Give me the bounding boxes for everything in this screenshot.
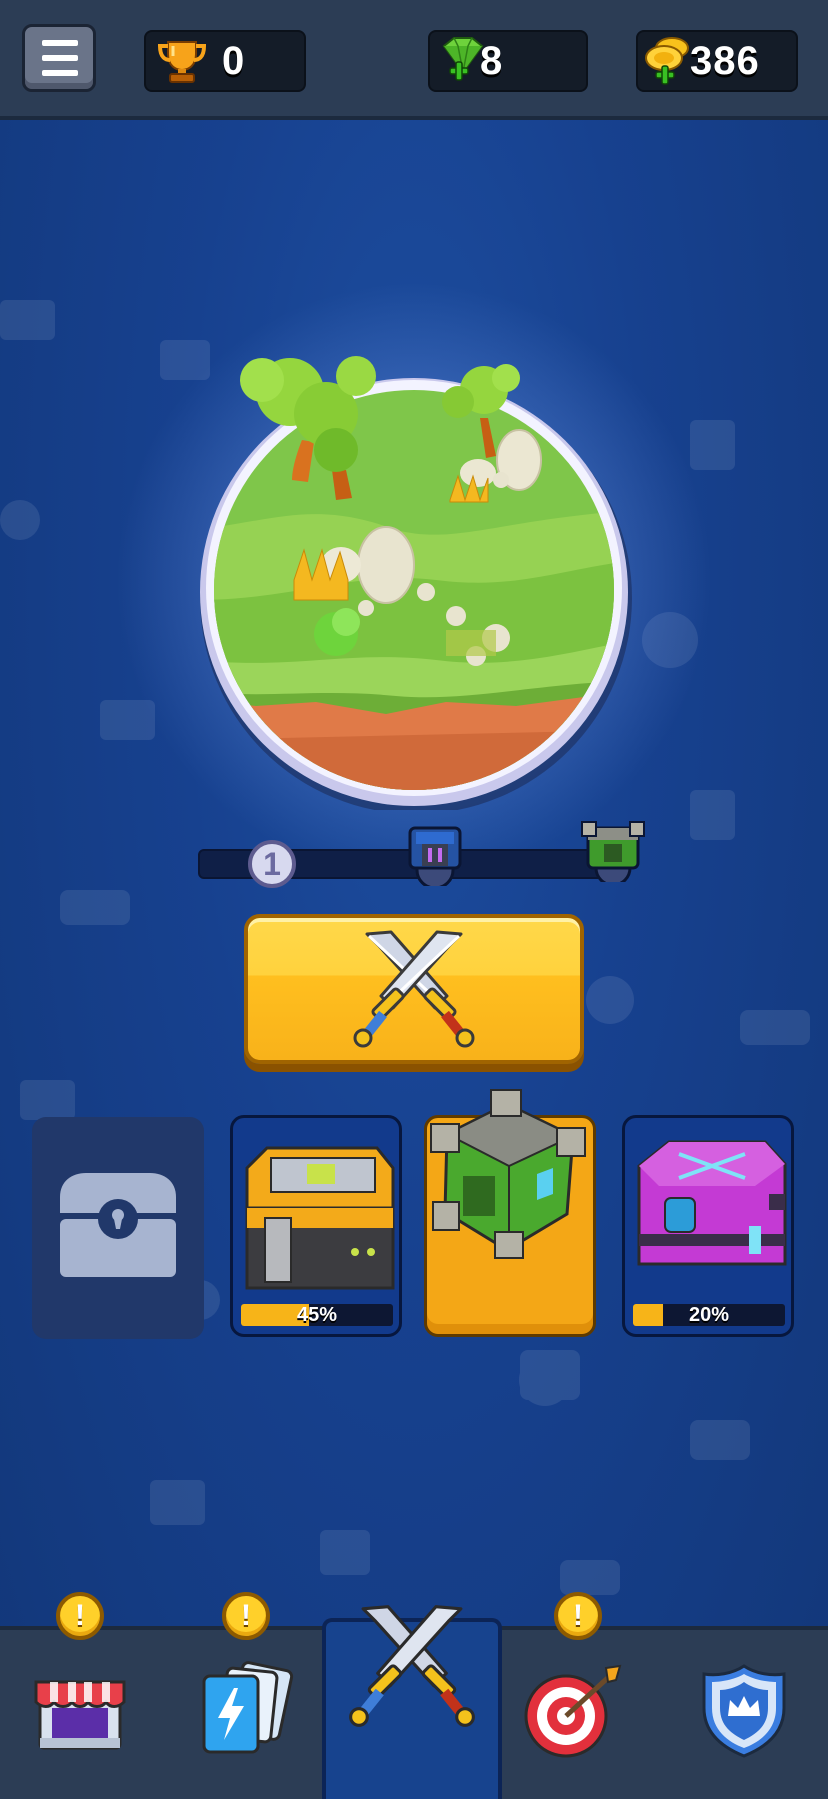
empty-chest-slot[interactable] [32,1117,204,1339]
nav-tab-clan[interactable] [694,1660,794,1760]
gold-coin-plus-icon [645,37,689,85]
shop-store-icon [34,1680,126,1750]
green-chest-icon [430,1089,586,1259]
nav-tab-battle[interactable] [334,1596,490,1736]
chest-slot-green-ready[interactable] [424,1089,596,1337]
shop-alert-badge: ! [56,1592,104,1640]
chest-progress-bar: 45% [241,1304,393,1326]
purple-chest-icon [637,1140,787,1266]
chest-slot-yellow[interactable]: 45% [230,1115,402,1337]
menu-button[interactable] [22,24,96,92]
trophy-count: 0 [222,39,246,83]
nav-tab-cards[interactable] [196,1660,296,1760]
trophy-counter[interactable]: 0 [144,30,306,92]
coin-counter[interactable]: 386 [636,30,798,92]
locked-chest-slot-icon [60,1173,176,1277]
top-bar: 0 8 386 [0,0,828,120]
yellow-chest-icon [245,1146,395,1290]
hamburger-menu-icon [42,40,78,46]
level-badge: 1 [248,840,296,888]
chest-progress-label: 20% [688,1304,730,1326]
battle-button[interactable] [244,914,584,1064]
grass-island-world [200,356,632,814]
nav-tab-shop[interactable] [30,1656,130,1756]
trophy-icon [157,41,207,83]
crossed-swords-icon [349,1605,475,1727]
target-dart-icon [524,1664,622,1758]
world-island[interactable] [196,330,636,814]
nav-tab-missions[interactable] [520,1660,630,1760]
cards-icon [202,1661,294,1754]
chest-slot-purple[interactable]: 20% [622,1115,794,1337]
cards-alert-badge: ! [222,1592,270,1640]
chest-progress-label: 45% [296,1304,338,1326]
shield-crown-icon [702,1664,786,1758]
blue-tech-chest-icon[interactable] [402,820,468,886]
chest-progress-bar: 20% [633,1304,785,1326]
missions-alert-badge: ! [554,1592,602,1640]
gem-counter[interactable]: 8 [428,30,588,92]
crossed-swords-icon [353,930,475,1048]
gem-count: 8 [480,39,504,83]
coin-count: 386 [690,39,760,83]
green-metal-chest-icon[interactable] [578,816,648,882]
background-pattern [0,300,810,1595]
